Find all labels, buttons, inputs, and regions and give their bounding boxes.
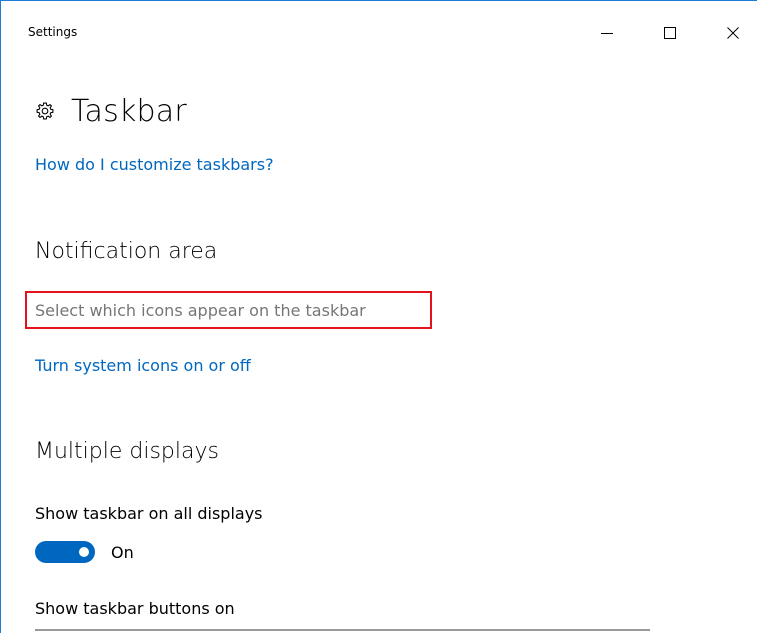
page-header: Taskbar	[35, 91, 187, 131]
window-title: Settings	[28, 25, 78, 39]
notification-area-heading: Notification area	[35, 239, 218, 264]
minimize-icon	[601, 33, 613, 34]
show-all-displays-toggle[interactable]	[35, 541, 95, 563]
multiple-displays-heading: Multiple displays	[35, 439, 219, 464]
show-all-displays-label: Show taskbar on all displays	[35, 504, 263, 523]
taskbar-buttons-dropdown[interactable]	[35, 629, 650, 631]
maximize-button[interactable]	[647, 18, 693, 48]
system-icons-link[interactable]: Turn system icons on or off	[35, 356, 251, 375]
toggle-knob	[79, 547, 89, 557]
settings-window: Settings Taskbar How do I customize task…	[0, 0, 757, 633]
close-button[interactable]	[710, 18, 756, 48]
maximize-icon	[664, 27, 676, 39]
customize-taskbars-help-link[interactable]: How do I customize taskbars?	[35, 155, 274, 174]
gear-icon	[36, 102, 54, 120]
minimize-button[interactable]	[584, 18, 630, 48]
toggle-state-label: On	[111, 542, 134, 562]
page-title: Taskbar	[71, 93, 187, 129]
select-taskbar-icons-link[interactable]: Select which icons appear on the taskbar	[35, 301, 366, 320]
close-icon	[727, 27, 739, 39]
show-taskbar-buttons-label: Show taskbar buttons on	[35, 599, 235, 618]
highlight-box: Select which icons appear on the taskbar	[25, 291, 432, 329]
title-bar: Settings	[1, 1, 757, 39]
show-all-displays-toggle-row: On	[35, 541, 134, 563]
